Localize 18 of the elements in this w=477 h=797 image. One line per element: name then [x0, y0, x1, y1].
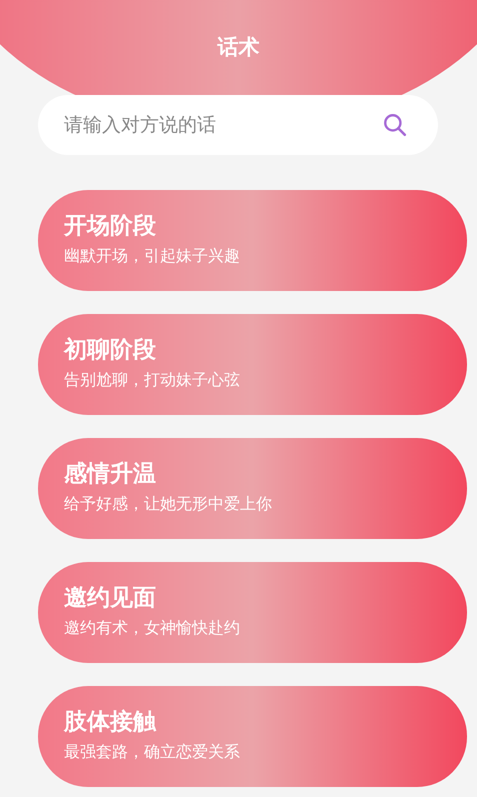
stage-card[interactable]: 肢体接触 最强套路，确立恋爱关系 — [38, 686, 467, 787]
stage-title: 开场阶段 — [64, 212, 156, 241]
search-icon[interactable] — [382, 112, 408, 138]
stage-card[interactable]: 初聊阶段 告别尬聊，打动妹子心弦 — [38, 314, 467, 415]
stage-card[interactable]: 开场阶段 幽默开场，引起妹子兴趣 — [38, 190, 467, 291]
stage-title: 感情升温 — [64, 460, 156, 489]
stage-subtitle: 邀约有术，女神愉快赴约 — [64, 617, 240, 639]
stage-subtitle: 最强套路，确立恋爱关系 — [64, 741, 240, 763]
stage-card[interactable]: 邀约见面 邀约有术，女神愉快赴约 — [38, 562, 467, 663]
stage-subtitle: 告别尬聊，打动妹子心弦 — [64, 369, 240, 391]
stage-subtitle: 幽默开场，引起妹子兴趣 — [64, 245, 240, 267]
page-title: 话术 — [218, 34, 260, 61]
stage-card[interactable]: 感情升温 给予好感，让她无形中爱上你 — [38, 438, 467, 539]
stage-subtitle: 给予好感，让她无形中爱上你 — [64, 493, 272, 515]
stage-title: 肢体接触 — [64, 708, 156, 737]
search-field[interactable]: 请输入对方说的话 — [38, 95, 438, 155]
stage-title: 邀约见面 — [64, 584, 156, 613]
stage-title: 初聊阶段 — [64, 336, 156, 365]
